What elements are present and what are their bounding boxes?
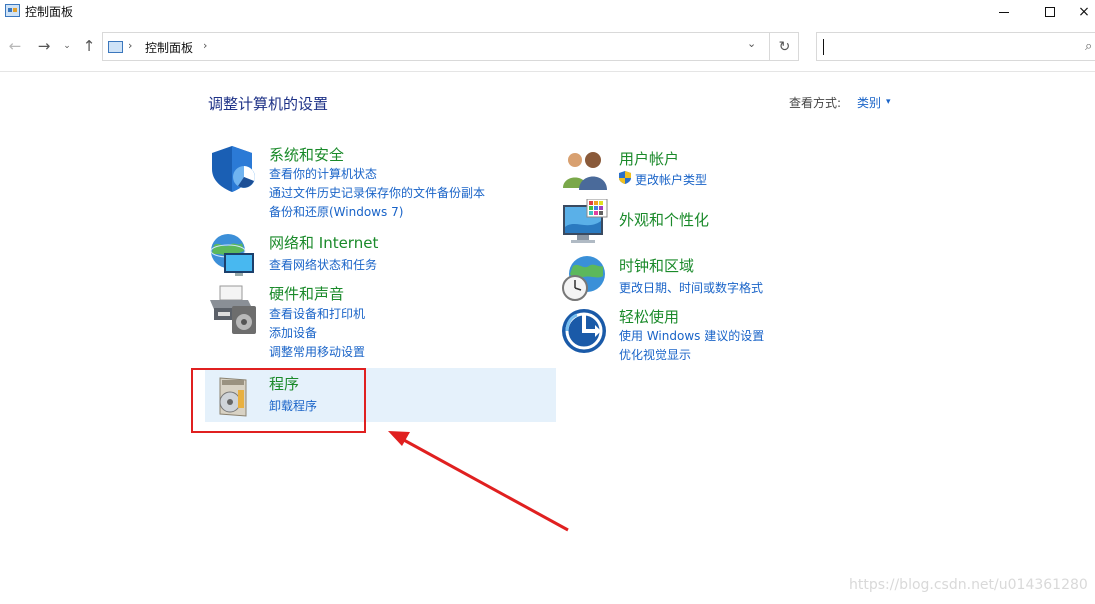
annotation-arrow-icon bbox=[388, 431, 569, 532]
watermark: https://blog.csdn.net/u014361280 bbox=[849, 577, 1088, 593]
